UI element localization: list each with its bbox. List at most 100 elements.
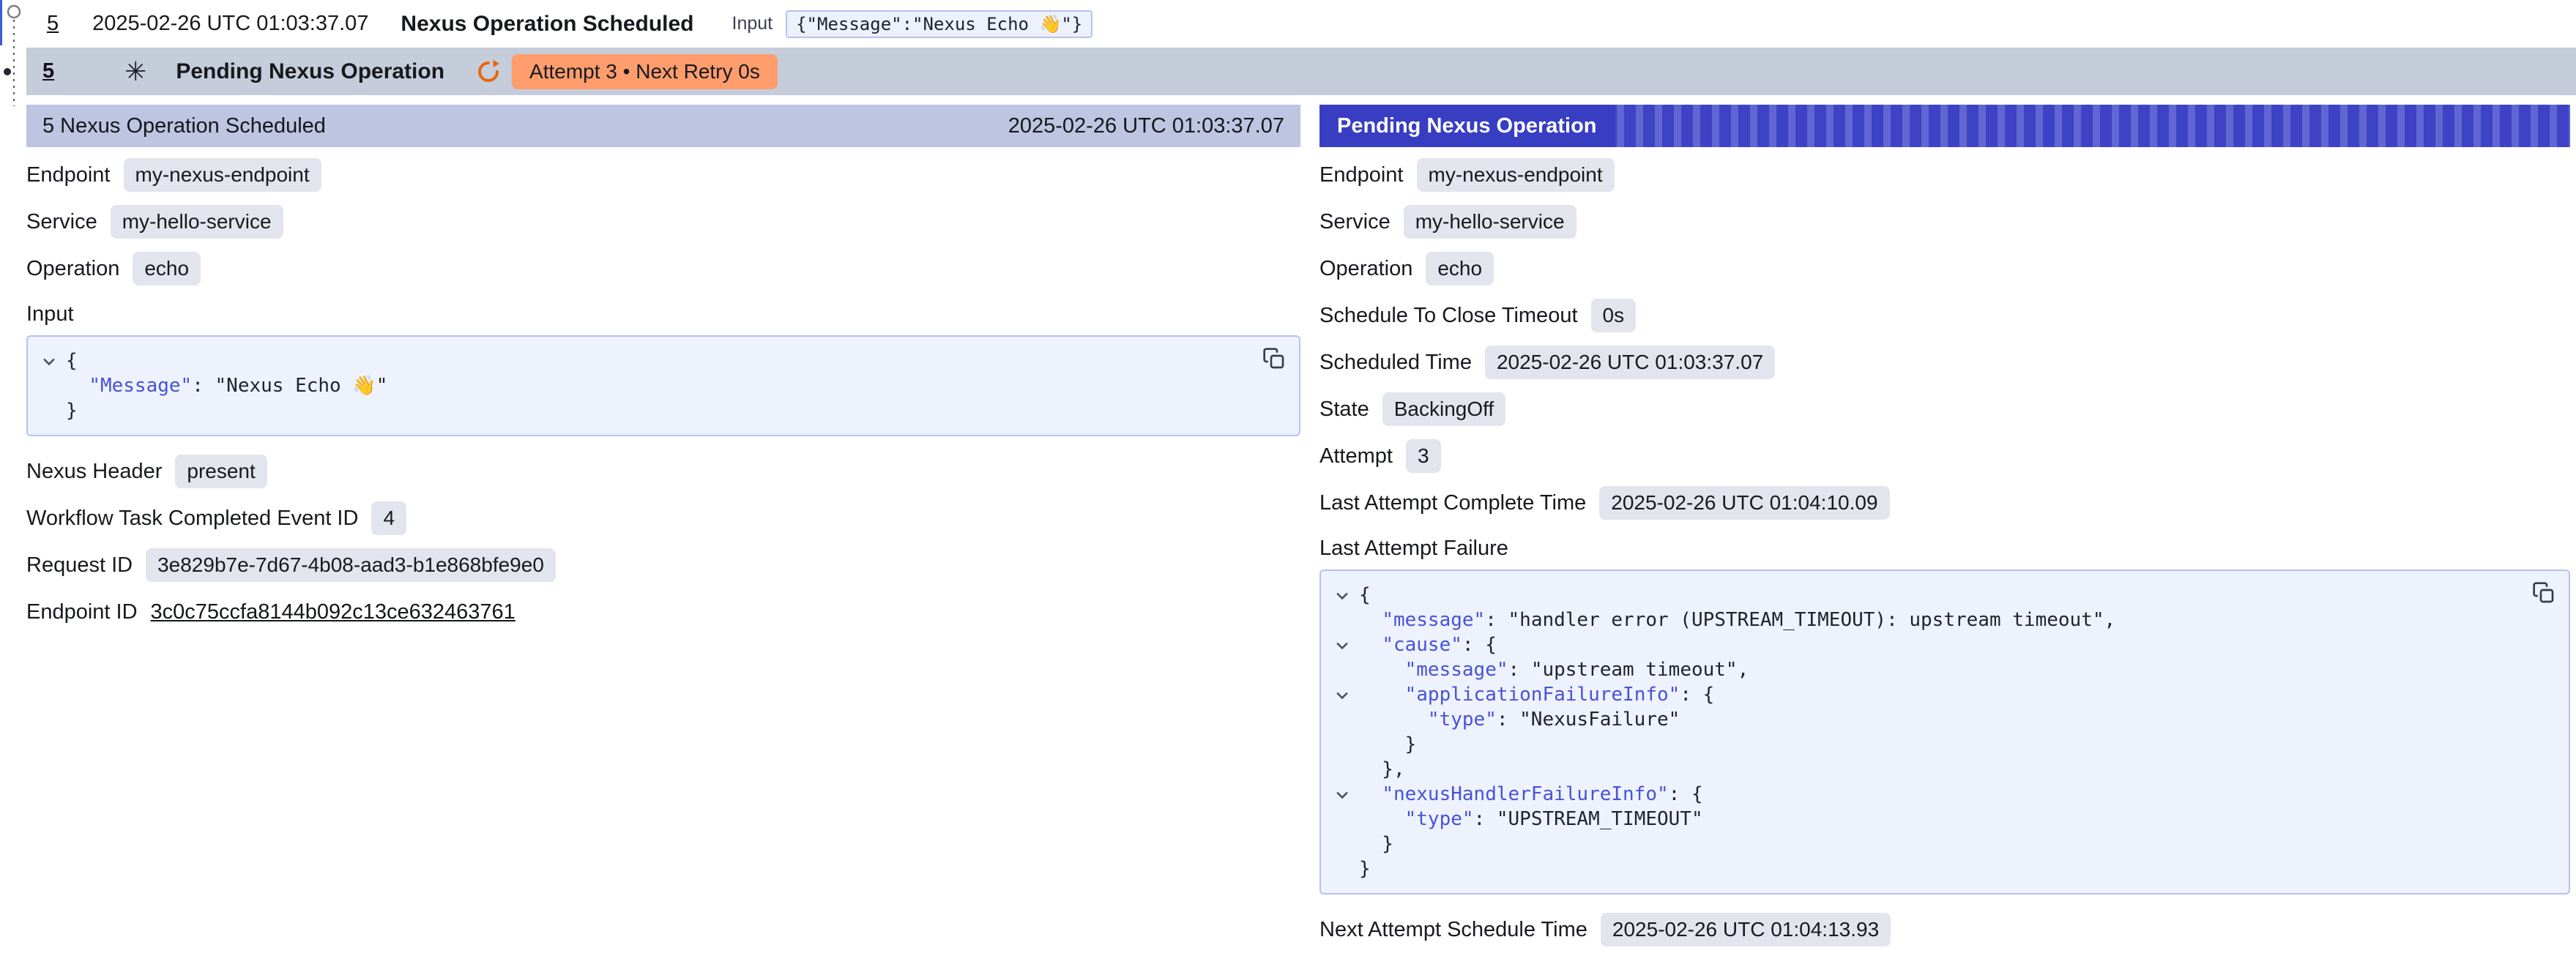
- input-json-block: { "Message": "Nexus Echo 👋"}: [26, 335, 1300, 436]
- history-row-pending-operation[interactable]: 5 ✳ Pending Nexus Operation Attempt 3 • …: [26, 48, 2576, 95]
- event-timestamp: 2025-02-26 UTC 01:03:37.07: [92, 12, 368, 36]
- active-indicator-bar: [0, 0, 2, 45]
- field-label: Endpoint: [1319, 163, 1404, 187]
- pending-asterisk-icon: ✳: [124, 59, 146, 85]
- code-text: }: [1359, 732, 1416, 757]
- field-value-chip: 4: [371, 501, 406, 535]
- event-detail-panel: 5 Nexus Operation Scheduled 2025-02-26 U…: [26, 105, 1300, 953]
- code-text: "type": "UPSTREAM_TIMEOUT": [1359, 807, 1703, 832]
- field-value-chip: echo: [1426, 252, 1494, 285]
- pending-fields: Endpoint my-nexus-endpoint Service my-hello…: [1319, 147, 2570, 526]
- field-label: Endpoint: [26, 163, 111, 187]
- code-gutter: [1325, 608, 1359, 632]
- event-detail-header-title: 5 Nexus Operation Scheduled: [42, 114, 326, 138]
- code-gutter: [1325, 657, 1359, 682]
- field-label: State: [1319, 397, 1369, 422]
- code-line: }: [1325, 856, 2525, 881]
- field-label: Endpoint ID: [26, 600, 138, 624]
- detail-field-state: State BackingOff: [1319, 386, 2570, 433]
- code-gutter: [1325, 832, 1359, 856]
- field-label: Next Attempt Schedule Time: [1319, 918, 1587, 942]
- code-text: "applicationFailureInfo": {: [1359, 682, 1714, 707]
- event-id-link[interactable]: 5: [47, 12, 59, 36]
- field-value-chip: my-hello-service: [1404, 205, 1577, 239]
- pending-id-link[interactable]: 5: [42, 59, 54, 83]
- field-value-chip: 2025-02-26 UTC 01:03:37.07: [1485, 346, 1775, 379]
- detail-field-workflow-task-completed-event-id: Workflow Task Completed Event ID4: [26, 495, 1300, 542]
- failure-json-block: { "message": "handler error (UPSTREAM_TI…: [1319, 570, 2570, 895]
- field-value-chip: BackingOff: [1382, 392, 1505, 426]
- copy-icon[interactable]: [1261, 346, 1287, 374]
- history-row-event[interactable]: 5 2025-02-26 UTC 01:03:37.07 Nexus Opera…: [0, 0, 2576, 48]
- code-line: }: [1325, 732, 2525, 757]
- field-label: Operation: [26, 257, 119, 281]
- field-label: Service: [1319, 210, 1391, 234]
- copy-icon[interactable]: [2531, 580, 2557, 608]
- detail-field-attempt: Attempt 3: [1319, 433, 2570, 479]
- code-text: "message": "handler error (UPSTREAM_TIME…: [1359, 608, 2115, 632]
- code-text: {: [66, 348, 78, 373]
- field-value-chip: 2025-02-26 UTC 01:04:13.93: [1601, 913, 1891, 946]
- code-gutter: [1325, 856, 1359, 881]
- pending-fields-after: Next Attempt Schedule Time 2025-02-26 UTC…: [1319, 902, 2570, 953]
- collapse-chevron-icon[interactable]: [1325, 782, 1359, 807]
- code-line: {: [32, 348, 1255, 373]
- collapse-chevron-icon[interactable]: [1325, 632, 1359, 657]
- timeline-dot-icon: [4, 68, 11, 75]
- pending-operation-panel: Pending Nexus Operation Endpoint my-nexus…: [1319, 105, 2570, 953]
- event-detail-header: 5 Nexus Operation Scheduled 2025-02-26 U…: [26, 105, 1300, 147]
- code-text: }: [1359, 832, 1393, 856]
- event-detail-fields-top: Endpoint my-nexus-endpoint Servicemy-hello…: [26, 147, 1300, 292]
- code-text: },: [1359, 757, 1405, 782]
- detail-field-endpoint: Endpoint my-nexus-endpoint: [26, 152, 1300, 198]
- detail-field-endpoint-id: Endpoint ID 3c0c75ccfa8144b092c13ce632463…: [26, 589, 1300, 635]
- event-name: Nexus Operation Scheduled: [401, 12, 693, 37]
- field-label: Service: [26, 210, 97, 234]
- field-label: Nexus Header: [26, 460, 162, 484]
- field-label: Schedule To Close Timeout: [1319, 304, 1578, 328]
- retry-refresh-icon: [475, 59, 502, 85]
- code-text: "type": "NexusFailure": [1359, 707, 1680, 732]
- code-line: }: [32, 398, 1255, 423]
- event-detail-fields-bottom: Nexus Header present Workflow Task Complet…: [26, 444, 1300, 635]
- pending-operation-header: Pending Nexus Operation: [1319, 105, 2570, 147]
- field-label: Attempt: [1319, 444, 1393, 468]
- code-gutter: [32, 373, 66, 398]
- detail-panels: 5 Nexus Operation Scheduled 2025-02-26 U…: [26, 105, 2570, 953]
- field-value-chip: present: [175, 455, 267, 488]
- field-value-chip: 0s: [1591, 299, 1637, 332]
- detail-field-service: Service my-hello-service: [1319, 198, 2570, 245]
- code-line: "message": "handler error (UPSTREAM_TIME…: [1325, 608, 2525, 632]
- code-line: },: [1325, 757, 2525, 782]
- last-attempt-failure-label: Last Attempt Failure: [1319, 537, 2570, 561]
- code-lines: { "Message": "Nexus Echo 👋"}: [32, 348, 1255, 423]
- temporal-event-history-page: 5 2025-02-26 UTC 01:03:37.07 Nexus Opera…: [0, 0, 2576, 956]
- code-line: "message": "upstream timeout",: [1325, 657, 2525, 682]
- timeline-node-circle-icon: [8, 6, 20, 18]
- field-value-chip: my-nexus-endpoint: [1417, 158, 1615, 192]
- event-input-preview-chip: {"Message":"Nexus Echo 👋"}: [786, 10, 1092, 38]
- detail-field-last-attempt-complete-time: Last Attempt Complete Time2025-02-26 UTC…: [1319, 479, 2570, 526]
- code-line: "type": "UPSTREAM_TIMEOUT": [1325, 807, 2525, 832]
- code-gutter: [1325, 807, 1359, 832]
- detail-field-next-attempt-schedule-time: Next Attempt Schedule Time 2025-02-26 UTC…: [1319, 906, 2570, 953]
- field-label: Operation: [1319, 257, 1412, 281]
- code-gutter: [1325, 732, 1359, 757]
- field-value-chip: my-nexus-endpoint: [124, 158, 321, 192]
- code-line: }: [1325, 832, 2525, 856]
- collapse-chevron-icon[interactable]: [1325, 682, 1359, 707]
- detail-field-request-id: Request ID3e829b7e-7d67-4b08-aad3-b1e868…: [26, 542, 1300, 589]
- detail-field-service: Servicemy-hello-service: [26, 198, 1300, 245]
- code-line: {: [1325, 583, 2525, 608]
- detail-field-nexus-header: Nexus Header present: [26, 448, 1300, 495]
- code-text: }: [1359, 856, 1371, 881]
- collapse-chevron-icon[interactable]: [1325, 583, 1359, 608]
- field-value-chip: 3: [1406, 439, 1441, 473]
- field-label: Scheduled Time: [1319, 351, 1472, 375]
- code-line: "applicationFailureInfo": {: [1325, 682, 2525, 707]
- code-text: "cause": {: [1359, 632, 1497, 657]
- field-value-link[interactable]: 3c0c75ccfa8144b092c13ce632463761: [151, 600, 515, 624]
- collapse-chevron-icon[interactable]: [32, 348, 66, 373]
- pending-operation-header-title: Pending Nexus Operation: [1319, 105, 1615, 147]
- code-text: "message": "upstream timeout",: [1359, 657, 1749, 682]
